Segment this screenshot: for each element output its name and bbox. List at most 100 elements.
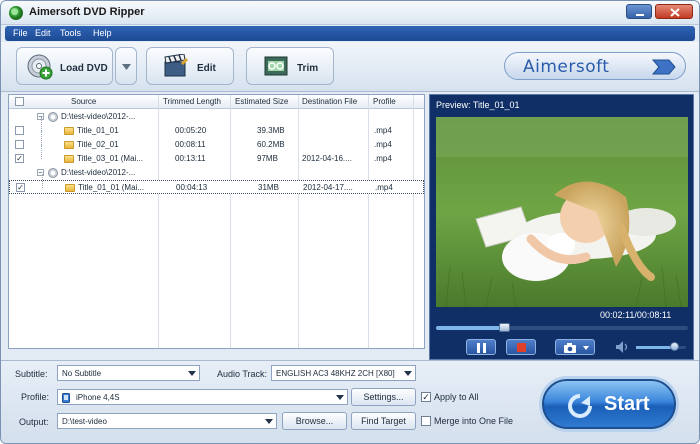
trim-button[interactable]: Trim [246,47,334,85]
profile-cell: .mp4 [374,126,392,135]
subtitle-label: Subtitle: [15,369,48,379]
app-window: Aimersoft DVD Ripper File Edit Tools Hel… [0,0,700,444]
merge-into-one-file-label: Merge into One File [434,416,514,426]
tree-line [41,145,42,159]
menu-bar: File Edit Tools Help [5,26,695,41]
length-cell: 00:13:11 [175,154,206,163]
size-cell: 39.3MB [257,126,285,135]
size-cell: 97MB [257,154,278,163]
subtitle-select[interactable]: No Subtitle [57,365,200,381]
pause-icon [477,343,486,353]
folder-icon [64,141,74,149]
source-cell: Title_01_01 [77,126,119,135]
edit-button[interactable]: Edit [146,47,234,85]
profile-select[interactable]: iPhone 4,4S [57,389,348,405]
playback-time: 00:02:11/00:08:11 [600,310,672,320]
volume-handle[interactable] [669,342,679,351]
minimize-button[interactable] [626,4,652,19]
toolbar: Load DVD Edit Trim Aimersoft [1,42,699,92]
apply-to-all-label: Apply to All [434,392,479,402]
size-cell: 31MB [258,183,279,192]
column-destination-file[interactable]: Destination File [302,97,357,106]
load-dvd-dropdown[interactable] [115,47,137,85]
chevron-down-icon [265,419,273,424]
file-list: Source Trimmed Length Estimated Size Des… [8,94,425,349]
length-cell: 00:05:20 [175,126,207,135]
merge-into-one-file-checkbox[interactable] [421,416,431,426]
profile-cell: .mp4 [374,154,392,163]
load-dvd-button[interactable]: Load DVD [16,47,113,85]
chevron-down-icon [188,371,196,376]
volume-icon[interactable] [616,341,630,353]
window-title: Aimersoft DVD Ripper [29,6,145,18]
title-row[interactable]: ✓ Title_03_01 (Mai... 00:13:11 97MB 2012-04-… [9,145,424,166]
source-cell: D:\test-video\2012-... [61,168,136,177]
settings-button[interactable]: Settings... [351,388,416,406]
destination-cell: 2012-04-17.... [303,183,353,192]
row-checkbox[interactable] [15,126,24,135]
close-button[interactable] [655,4,693,19]
output-path-select[interactable]: D:\test-video [57,413,277,429]
row-checkbox[interactable]: ✓ [16,183,25,192]
title-row[interactable]: Title_02_01 00:08:11 60.2MB .mp4 [9,131,424,152]
menu-help[interactable]: Help [93,28,112,38]
find-target-button[interactable]: Find Target [351,412,416,430]
brand-logo-text: Aimersoft [523,57,610,77]
profile-value: iPhone 4,4S [76,393,120,402]
column-trimmed-length[interactable]: Trimmed Length [163,97,221,106]
clapperboard-icon [164,54,189,77]
load-dvd-label: Load DVD [60,63,108,74]
preview-title: Preview: Title_01_01 [436,100,520,110]
select-all-checkbox[interactable] [15,97,24,106]
audio-track-label: Audio Track: [217,369,268,379]
source-cell: Title_02_01 [77,140,119,149]
trim-film-icon [264,56,288,76]
chevron-down-icon [583,346,589,350]
start-label: Start [604,393,650,415]
column-estimated-size[interactable]: Estimated Size [235,97,288,106]
video-preview [436,117,688,307]
start-button[interactable]: Start [542,379,676,429]
volume-slider[interactable] [636,342,686,351]
column-profile[interactable]: Profile [373,97,396,106]
dvd-disc-icon [27,54,53,80]
file-list-header: Source Trimmed Length Estimated Size Des… [9,95,424,109]
pause-button[interactable] [466,339,496,355]
tree-line [41,131,42,145]
browse-button[interactable]: Browse... [282,412,347,430]
profile-cell: .mp4 [374,140,392,149]
source-cell: D:\test-video\2012-... [61,112,136,121]
disc-icon [48,168,58,178]
row-checkbox[interactable]: ✓ [15,154,24,163]
column-source[interactable]: Source [71,97,96,106]
size-cell: 60.2MB [257,140,285,149]
chevron-down-icon [404,371,412,376]
convert-refresh-icon [568,394,592,418]
disc-row[interactable]: – D:\test-video\2012-... [9,166,424,180]
seek-bar[interactable] [436,323,688,332]
disc-icon [48,112,58,122]
menu-edit[interactable]: Edit [35,28,51,38]
subtitle-value: No Subtitle [62,369,102,378]
app-logo-icon [9,6,23,20]
folder-icon [64,127,74,135]
trim-label: Trim [297,63,319,74]
title-row[interactable]: Title_01_01 00:05:20 39.3MB .mp4 [9,117,424,138]
row-checkbox[interactable] [15,140,24,149]
menu-file[interactable]: File [13,28,28,38]
profile-label: Profile: [21,392,50,402]
chevron-down-icon [336,395,344,400]
snapshot-button[interactable] [555,339,595,355]
title-row[interactable]: ✓ Title_01_01 (Mai... 00:04:13 31MB 2012-04-… [9,174,424,194]
tree-line [41,117,42,131]
seek-handle[interactable] [499,323,511,332]
disc-row[interactable]: – D:\test-video\2012-... [9,110,424,124]
length-cell: 00:04:13 [176,183,208,192]
audio-track-select[interactable]: ENGLISH AC3 48KHZ 2CH [X80] [271,365,416,381]
menu-tools[interactable]: Tools [60,28,81,38]
preview-panel: Preview: Title_01_01 00:02:11/00:08:11 [429,94,694,360]
brand-logo: Aimersoft [504,52,686,80]
apply-to-all-checkbox[interactable]: ✓ [421,392,431,402]
audio-track-value: ENGLISH AC3 48KHZ 2CH [X80] [276,369,395,378]
stop-button[interactable] [506,339,536,355]
